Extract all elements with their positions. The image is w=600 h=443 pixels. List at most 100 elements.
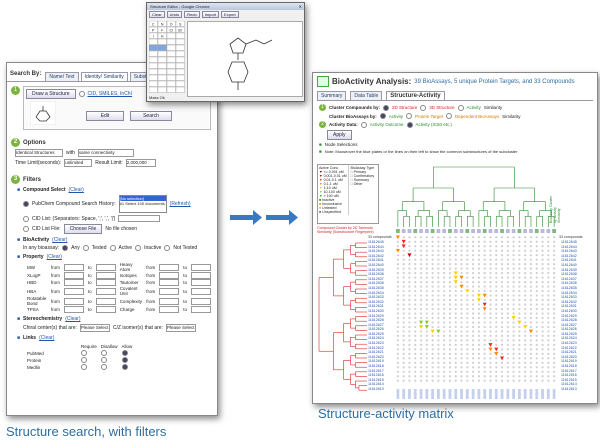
cid-file-radio[interactable] (23, 226, 29, 232)
element-button[interactable]: N (161, 22, 164, 26)
cid-list-radio[interactable] (23, 215, 29, 222)
history-item[interactable]: #1 Select 100 documents (120, 201, 166, 206)
history-radio[interactable] (23, 201, 29, 207)
tab-structure-activity[interactable]: Structure-Activity (386, 91, 445, 100)
property-from-input[interactable] (159, 279, 180, 286)
cid-list-input[interactable] (118, 215, 161, 222)
property-clear-link[interactable]: (Clear) (47, 254, 62, 260)
choose-file-button[interactable]: Choose File (63, 224, 103, 234)
links-clear-link[interactable]: (Clear) (39, 335, 54, 341)
double-bond-select[interactable]: Please Select (165, 324, 196, 332)
activity-radio[interactable] (360, 121, 367, 128)
link-radio[interactable] (121, 350, 128, 356)
time-limit-select[interactable]: unlimited (64, 159, 93, 167)
link-radio[interactable] (100, 364, 107, 370)
tab-name-text[interactable]: Name/ Text (45, 72, 79, 81)
link-radio[interactable] (81, 364, 87, 370)
bioassay-radio[interactable] (379, 113, 386, 119)
compound-radio[interactable] (420, 104, 427, 111)
activity-cell (518, 254, 521, 257)
refresh-link[interactable]: (Refresh) (170, 201, 191, 207)
property-from-input[interactable] (159, 272, 180, 279)
activity-mark (494, 347, 499, 352)
property-to-input[interactable] (95, 287, 116, 295)
activity-cell (477, 267, 480, 270)
editor-close-icon[interactable]: ✕ (299, 3, 302, 10)
element-button[interactable]: Cl (169, 28, 173, 32)
bio-radio-any[interactable] (62, 245, 69, 251)
element-button[interactable]: O (170, 22, 173, 26)
palette-cell (175, 86, 185, 93)
aid-column-label (448, 389, 452, 399)
bio-radio-active[interactable] (109, 245, 116, 251)
compound-radio[interactable] (383, 104, 390, 111)
draw-structure-button[interactable]: Draw a Structure (26, 89, 76, 99)
history-listbox[interactable]: [No selection] #1 Select 100 documents (118, 195, 167, 213)
bio-radio-inactive[interactable] (135, 245, 142, 251)
cid-link[interactable]: 11612613 (561, 387, 589, 392)
property-from-input[interactable] (63, 306, 84, 313)
activity-cell (512, 325, 515, 329)
stereo-clear-link[interactable]: (Clear) (65, 316, 80, 322)
property-from-input[interactable] (63, 297, 84, 305)
identical-select[interactable]: Identical Structures (15, 149, 63, 157)
link-radio[interactable] (100, 350, 107, 356)
cid-link[interactable]: 11612613 (368, 387, 394, 392)
property-to-input[interactable] (190, 263, 211, 271)
chiral-select[interactable]: Please Select (79, 324, 110, 332)
link-radio[interactable] (100, 357, 107, 363)
bioassay-radio[interactable] (445, 113, 452, 119)
property-to-input[interactable] (190, 279, 211, 286)
compound-radio[interactable] (457, 104, 464, 111)
property-to-input[interactable] (95, 272, 116, 279)
editor-export-button[interactable]: Export (221, 11, 239, 18)
tab-identity-similarity[interactable]: Identity/ Similarity (80, 72, 128, 81)
element-button[interactable]: I (153, 34, 154, 38)
editor-import-button[interactable]: Import (201, 11, 220, 18)
bioactivity-clear-link[interactable]: (Clear) (52, 237, 67, 243)
compound-clear-link[interactable]: (Clear) (69, 187, 84, 193)
property-to-input[interactable] (95, 279, 116, 286)
element-button[interactable]: C (152, 22, 155, 26)
activity-cell (535, 276, 538, 279)
property-from-input[interactable] (63, 279, 84, 286)
editor-redo-button[interactable]: Redo (184, 11, 200, 18)
property-from-input[interactable] (159, 297, 180, 305)
editor-canvas[interactable] (187, 21, 303, 97)
editor-clear-button[interactable]: Clear (149, 11, 165, 18)
property-from-input[interactable] (159, 306, 180, 313)
tab-data-table[interactable]: Data Table (350, 91, 383, 100)
tab-summary[interactable]: Summary (317, 91, 347, 100)
link-radio[interactable] (121, 357, 128, 363)
apply-button[interactable]: Apply (327, 130, 352, 140)
bioassay-radio[interactable] (406, 113, 413, 119)
property-to-input[interactable] (95, 306, 116, 313)
activity-cell (512, 258, 515, 261)
result-limit-select[interactable]: 2,000,000 (125, 159, 156, 167)
property-from-input[interactable] (159, 287, 180, 295)
property-to-input[interactable] (190, 287, 211, 295)
property-to-input[interactable] (190, 306, 211, 313)
property-to-input[interactable] (190, 272, 211, 279)
bio-radio-not-tested[interactable] (164, 245, 171, 251)
activity-cell (524, 316, 527, 320)
link-radio[interactable] (121, 364, 128, 370)
link-radio[interactable] (81, 357, 87, 363)
activity-radio[interactable] (406, 121, 413, 128)
edit-button[interactable]: Edit (86, 111, 124, 121)
element-button[interactable]: H (161, 34, 164, 38)
connectivity-select[interactable]: same connectivity (77, 149, 134, 157)
search-button[interactable]: Search (130, 111, 172, 121)
bio-radio-tested[interactable] (82, 245, 89, 251)
property-to-input[interactable] (95, 297, 116, 305)
input-type-radio[interactable] (78, 91, 85, 97)
property-to-input[interactable] (95, 263, 116, 271)
input-types-link[interactable]: CID, SMILES, InChI (88, 91, 132, 97)
property-to-input[interactable] (190, 297, 211, 305)
property-from-input[interactable] (63, 287, 84, 295)
link-radio[interactable] (81, 350, 87, 356)
property-from-input[interactable] (63, 263, 84, 271)
property-from-input[interactable] (63, 272, 84, 279)
editor-undo-button[interactable]: Undo (166, 11, 183, 18)
property-from-input[interactable] (159, 263, 180, 271)
